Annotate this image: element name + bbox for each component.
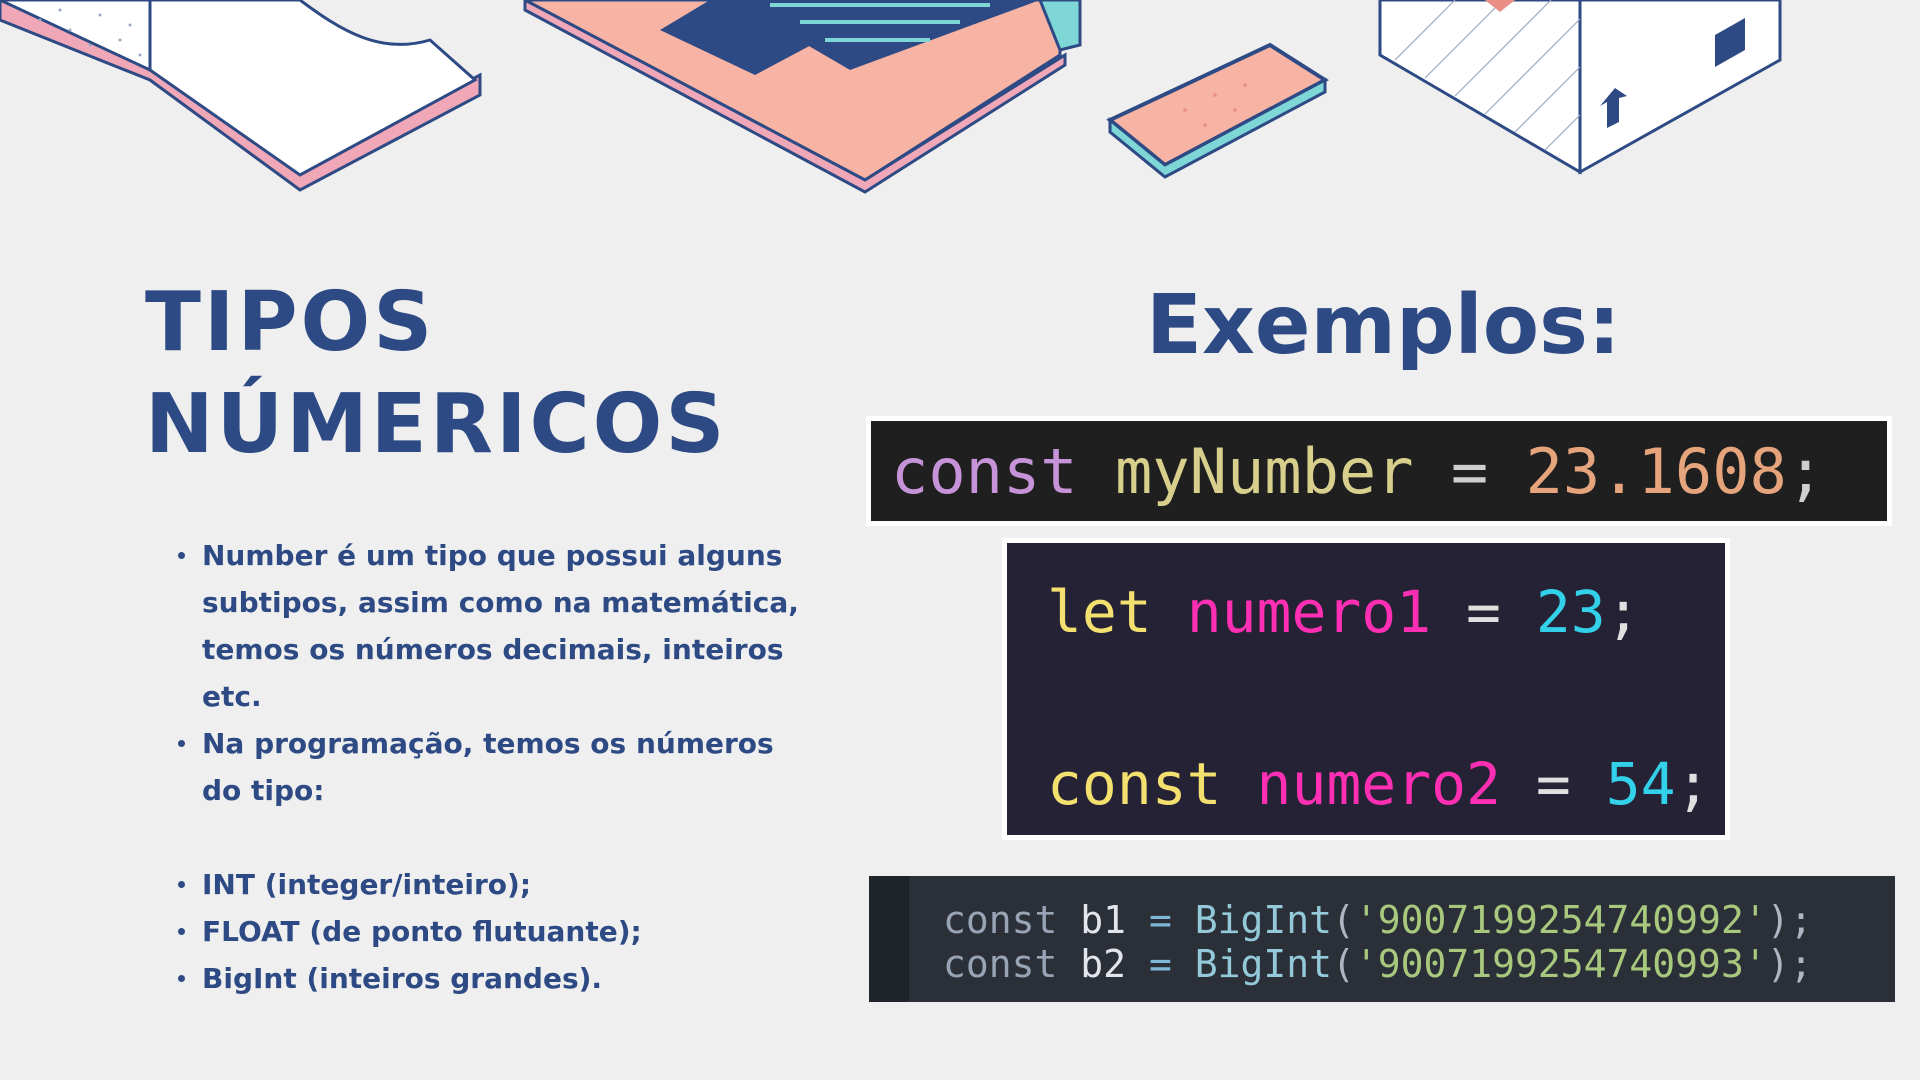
code-string: '9007199254740993' (1354, 942, 1767, 986)
code-operator: = (1535, 750, 1571, 818)
code-keyword: const (943, 942, 1058, 986)
code-keyword: const (1047, 750, 1222, 818)
code-semicolon: ; (1605, 578, 1641, 646)
title-line-2: NÚMERICOS (145, 377, 728, 472)
code-variable: myNumber (1114, 435, 1414, 508)
laptop-icon (523, 0, 1082, 194)
bullet-item: Number é um tipo que possui alguns subti… (178, 532, 818, 720)
code-variable: b2 (1080, 942, 1127, 986)
bullet-item: Na programação, temos os números do tipo… (178, 720, 818, 814)
code-line: const b2 = BigInt('9007199254740993'); (943, 942, 1813, 986)
title-line-1: TIPOS (145, 275, 436, 370)
code-operator: = (1148, 898, 1172, 942)
code-keyword: const (943, 898, 1058, 942)
code-function: BigInt (1194, 898, 1332, 942)
code-operator: = (1148, 942, 1172, 986)
box-icon (1378, 0, 1782, 175)
bullet-item: BigInt (inteiros grandes). (178, 955, 818, 1002)
code-line: let numero1 = 23; (1047, 563, 1725, 735)
examples-heading: Exemplos: (1146, 278, 1621, 373)
bullet-list: Number é um tipo que possui alguns subti… (178, 532, 818, 1002)
code-line: const b1 = BigInt('9007199254740992'); (943, 898, 1813, 942)
bullet-spacer (178, 814, 818, 861)
code-number: 23 (1535, 578, 1606, 646)
code-operator: = (1450, 435, 1489, 508)
smartphone-icon (1106, 42, 1329, 179)
code-snippet-integers: let numero1 = 23; const numero2 = 54; (1002, 538, 1730, 840)
code-keyword: const (891, 435, 1078, 508)
code-variable: numero1 (1186, 578, 1432, 646)
code-variable: b1 (1080, 898, 1127, 942)
code-number: 54 (1605, 750, 1676, 818)
code-string: '9007199254740992' (1354, 898, 1767, 942)
code-variable: numero2 (1256, 750, 1501, 818)
bullet-item: INT (integer/inteiro); (178, 861, 818, 908)
page-title: TIPOS NÚMERICOS (145, 272, 727, 476)
code-number: 23.1608 (1525, 435, 1787, 508)
code-semicolon: ; (1786, 435, 1825, 508)
bullet-item: FLOAT (de ponto flutuante); (178, 908, 818, 955)
code-snippet-bigint: const b1 = BigInt('9007199254740992'); co… (869, 876, 1895, 1002)
code-function: BigInt (1194, 942, 1332, 986)
code-semicolon: ; (1675, 750, 1711, 818)
code-operator: = (1466, 578, 1501, 646)
open-book-icon (0, 0, 482, 192)
code-keyword: let (1047, 578, 1152, 646)
code-snippet-float: const myNumber = 23.1608; (866, 416, 1892, 526)
